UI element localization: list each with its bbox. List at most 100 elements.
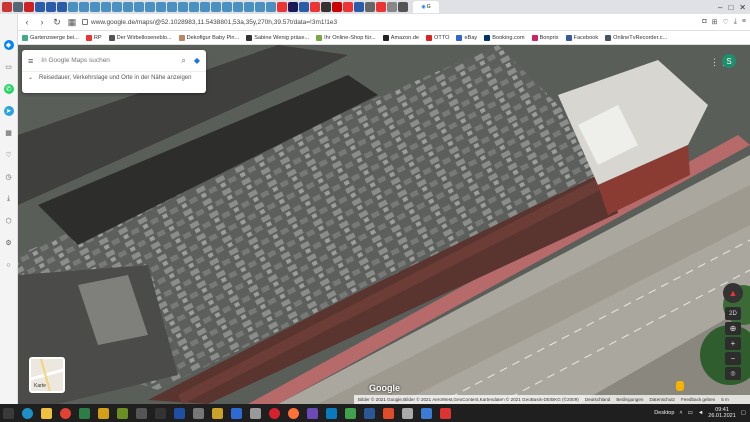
tab-20[interactable] (211, 2, 221, 12)
tab-12[interactable] (123, 2, 133, 12)
tab-10[interactable] (101, 2, 111, 12)
close-window-button[interactable]: ✕ (739, 3, 746, 12)
tab-22[interactable] (233, 2, 243, 12)
app-icon[interactable] (136, 407, 147, 419)
app-icon[interactable] (212, 407, 223, 419)
tab-8[interactable] (79, 2, 89, 12)
tab-18[interactable] (189, 2, 199, 12)
hamburger-menu-icon[interactable]: ≡ (28, 56, 33, 66)
tab-17[interactable] (178, 2, 188, 12)
app-icon[interactable] (117, 407, 128, 419)
speed-dial-icon[interactable]: ▦ (67, 17, 77, 28)
app-icon[interactable] (402, 407, 413, 419)
player-icon[interactable]: ○ (4, 260, 14, 270)
bookmark-heart-icon[interactable]: ♡ (723, 18, 729, 26)
tab-28[interactable] (299, 2, 309, 12)
app-icon[interactable] (440, 407, 451, 419)
app-icon[interactable] (364, 407, 375, 419)
tab-13[interactable] (134, 2, 144, 12)
directions-icon[interactable]: ◆ (194, 56, 200, 65)
tab-31[interactable] (332, 2, 342, 12)
app-icon[interactable] (421, 407, 432, 419)
messenger-icon[interactable]: ◆ (3, 40, 14, 50)
heart-icon[interactable]: ♡ (4, 150, 14, 160)
tab-24[interactable] (255, 2, 265, 12)
edge-icon[interactable] (22, 407, 33, 419)
country-link[interactable]: Deutschland (585, 397, 611, 402)
tab-35[interactable] (376, 2, 386, 12)
tab-7[interactable] (68, 2, 78, 12)
globe-icon[interactable]: ◎ (725, 367, 741, 380)
bookmark-item[interactable]: OnlineTvRecorder.c... (605, 34, 667, 41)
tab-26[interactable] (277, 2, 287, 12)
bookmark-item[interactable]: Gartenzwerge bei... (22, 34, 79, 41)
minimize-button[interactable]: – (718, 3, 722, 12)
file-explorer-icon[interactable] (41, 407, 52, 419)
tab-3[interactable] (24, 2, 34, 12)
clock[interactable]: 09:41 26.01.2021 (708, 407, 736, 419)
bookmark-item[interactable]: Der Wirbelloseneblo... (108, 34, 172, 41)
desktop-toolbar[interactable]: Desktop (654, 410, 674, 416)
tab-9[interactable] (90, 2, 100, 12)
start-icon[interactable] (3, 407, 14, 419)
app-icon[interactable] (307, 407, 318, 419)
back-icon[interactable]: ‹ (22, 17, 32, 27)
tab-27[interactable] (288, 2, 298, 12)
app-icon[interactable] (98, 407, 109, 419)
app-icon[interactable] (326, 407, 337, 419)
tilt-icon[interactable]: ⊕ (725, 322, 741, 335)
bookmark-item[interactable]: Bonprix (531, 34, 559, 41)
pegman-icon[interactable] (676, 381, 684, 391)
tab-14[interactable] (145, 2, 155, 12)
app-icon[interactable] (231, 407, 242, 419)
reload-icon[interactable]: ↻ (52, 17, 62, 28)
firefox-icon[interactable] (288, 407, 299, 419)
tab-19[interactable] (200, 2, 210, 12)
workspace-icon[interactable]: ▭ (4, 62, 14, 72)
maximize-button[interactable]: □ (728, 3, 733, 12)
speed-dial-sidebar-icon[interactable]: ▦ (4, 128, 14, 138)
app-icon[interactable] (79, 407, 90, 419)
opera-icon[interactable] (269, 407, 280, 419)
search-input[interactable] (41, 57, 174, 64)
bookmark-item[interactable]: Dekofigur Baby Pin... (178, 34, 239, 41)
tab-11[interactable] (112, 2, 122, 12)
avatar[interactable]: S (722, 54, 736, 68)
tab-4[interactable] (35, 2, 45, 12)
tab-1[interactable] (2, 2, 12, 12)
chevron-up-icon[interactable]: ˄ (679, 410, 682, 416)
whatsapp-icon[interactable]: ✆ (3, 84, 14, 94)
compass-icon[interactable]: ▲ (723, 283, 743, 303)
nearby-suggestion[interactable]: ⌄ Reisedauer, Verkehrslage und Orte in d… (22, 72, 206, 84)
camera-icon[interactable]: ◘ (702, 18, 706, 26)
tab-21[interactable] (222, 2, 232, 12)
tab-2[interactable] (13, 2, 23, 12)
download-sidebar-icon[interactable]: ⤓ (4, 194, 14, 204)
map-canvas[interactable] (18, 45, 750, 404)
notifications-icon[interactable]: ▢ (741, 410, 746, 416)
zoom-out-button[interactable]: − (725, 352, 741, 365)
cube-icon[interactable]: ⬡ (4, 216, 14, 226)
bookmark-item[interactable]: Ihr Online-Shop für... (316, 34, 376, 41)
app-icon[interactable] (174, 407, 185, 419)
tab-15[interactable] (156, 2, 166, 12)
bookmark-item[interactable]: Sabine Wenig präse... (246, 34, 309, 41)
network-icon[interactable]: ▭ (688, 410, 693, 416)
app-icon[interactable] (155, 407, 166, 419)
extensions-icon[interactable]: ⊞ (712, 18, 718, 26)
app-icon[interactable] (345, 407, 356, 419)
app-icon[interactable] (250, 407, 261, 419)
tab-32[interactable] (343, 2, 353, 12)
tab-37[interactable] (398, 2, 408, 12)
tab-36[interactable] (387, 2, 397, 12)
map-type-toggle[interactable]: Karte (29, 357, 65, 393)
tab-6[interactable] (57, 2, 67, 12)
chrome-icon[interactable] (60, 407, 71, 419)
mode-2d-button[interactable]: 2D (725, 307, 741, 320)
bookmark-item[interactable]: Amazon.de (382, 34, 419, 41)
tab-30[interactable] (321, 2, 331, 12)
bookmark-item[interactable]: Booking.com (484, 34, 525, 41)
terms-link[interactable]: Bedingungen (616, 397, 643, 402)
scale-label[interactable]: 5 m (721, 397, 729, 402)
zoom-in-button[interactable]: + (725, 337, 741, 350)
